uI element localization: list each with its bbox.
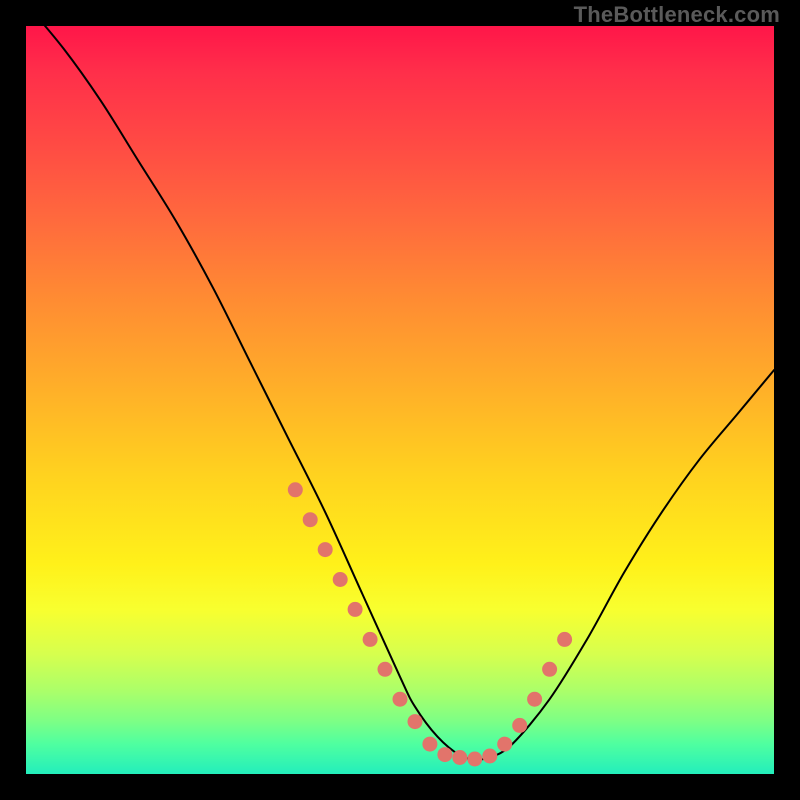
highlight-dot bbox=[512, 718, 527, 733]
highlight-dot bbox=[363, 632, 378, 647]
highlight-dot bbox=[452, 750, 467, 765]
highlight-dot bbox=[408, 714, 423, 729]
highlight-dot bbox=[318, 542, 333, 557]
highlight-dot bbox=[482, 749, 497, 764]
bottleneck-curve bbox=[26, 4, 774, 760]
plot-area bbox=[26, 26, 774, 774]
highlight-dot bbox=[378, 662, 393, 677]
highlight-dot bbox=[542, 662, 557, 677]
highlight-dot bbox=[527, 692, 542, 707]
chart-frame: TheBottleneck.com bbox=[0, 0, 800, 800]
watermark-text: TheBottleneck.com bbox=[574, 2, 780, 28]
highlight-dot bbox=[333, 572, 348, 587]
highlight-dot bbox=[422, 737, 437, 752]
highlight-dot bbox=[467, 752, 482, 767]
highlight-dot bbox=[393, 692, 408, 707]
highlight-dot bbox=[303, 512, 318, 527]
curve-svg bbox=[26, 26, 774, 774]
highlight-dot bbox=[348, 602, 363, 617]
highlight-dot bbox=[497, 737, 512, 752]
highlight-dot bbox=[557, 632, 572, 647]
highlight-dot bbox=[288, 482, 303, 497]
highlight-dot bbox=[437, 747, 452, 762]
